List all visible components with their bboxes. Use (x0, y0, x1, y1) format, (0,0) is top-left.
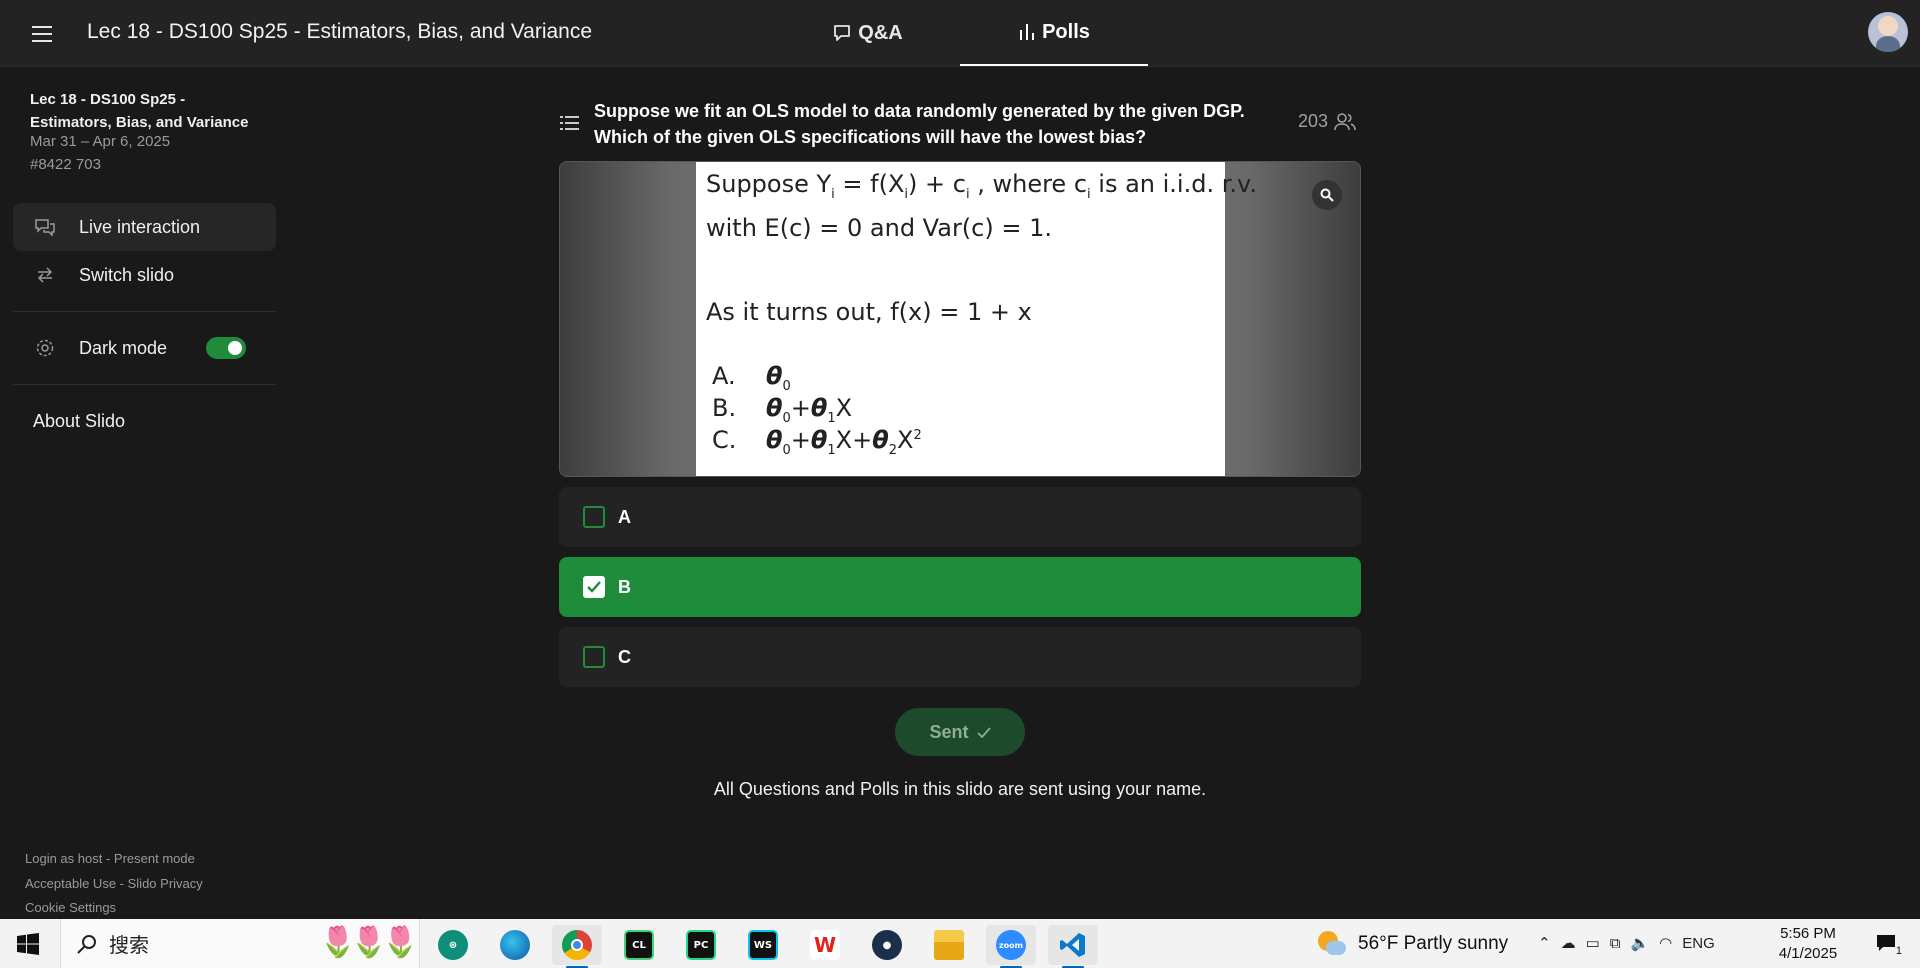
sidebar-item-label: Switch slido (79, 264, 175, 285)
participant-count: 203 (1298, 111, 1356, 132)
weather-text: 56°F Partly sunny (1358, 933, 1509, 954)
zoom-image-button[interactable] (1312, 180, 1342, 210)
vscode-icon[interactable] (1048, 925, 1098, 968)
partly-sunny-icon (1316, 931, 1346, 957)
checkbox[interactable] (583, 506, 605, 528)
sidebar-item-label: Dark mode (79, 337, 168, 358)
poll-option-c[interactable]: C (559, 627, 1361, 687)
event-title: Lec 18 - DS100 Sp25 - Estimators, Bias, … (87, 20, 593, 43)
footer-links-row-1: Login as host - Present mode (25, 851, 195, 866)
bar-chart-icon (1020, 24, 1035, 40)
sent-label: Sent (929, 721, 969, 742)
search-icon (77, 934, 96, 954)
chrome-icon[interactable] (552, 925, 602, 968)
slide-option-b: B. θ0+θ1X (712, 394, 853, 426)
list-icon (560, 116, 579, 130)
battery-icon[interactable]: ▭ (1586, 934, 1600, 952)
separator: - (116, 876, 128, 891)
notification-icon[interactable]: 1 (1874, 931, 1902, 957)
language-indicator[interactable]: ENG (1682, 935, 1715, 952)
clock[interactable]: 5:56 PM 4/1/2025 (1768, 924, 1848, 964)
login-as-host-link[interactable]: Login as host (25, 851, 102, 866)
divider (13, 311, 276, 312)
taskbar: 搜索 🌷🌷🌷 ⊛ CL PC WS W ● zoom 56°F Partly s… (0, 919, 1920, 968)
event-code: #8422 703 (30, 156, 101, 173)
slido-privacy-link[interactable]: Slido Privacy (128, 876, 203, 891)
tab-qa[interactable]: Q&A (800, 0, 935, 66)
chat-bubble-icon (834, 25, 851, 41)
slide-content: Suppose Yi = f(Xi) + ci , where ci is an… (696, 162, 1257, 476)
separator: - (102, 851, 114, 866)
weather-widget[interactable]: 56°F Partly sunny (1316, 931, 1508, 957)
time: 5:56 PM (1780, 925, 1836, 942)
divider (13, 384, 276, 385)
clion-icon[interactable]: CL (614, 925, 664, 965)
participant-count-value: 203 (1298, 111, 1329, 131)
magnifier-icon (1320, 188, 1334, 202)
cloud-icon[interactable]: ☁ (1561, 934, 1576, 952)
system-tray: ⌃ ☁ ▭ ⧉ 🔈 ◠ ENG (1538, 934, 1715, 953)
sidebar-item-dark-mode[interactable]: Dark mode (13, 324, 276, 372)
sidebar-item-label: Live interaction (79, 216, 201, 237)
people-icon (1334, 112, 1356, 130)
slide-option-c: C. θ0+θ1X+θ2X2 (712, 426, 922, 458)
poll-question: Suppose we fit an OLS model to data rand… (594, 101, 1245, 147)
tab-qa-label: Q&A (858, 21, 903, 44)
present-mode-link[interactable]: Present mode (114, 851, 195, 866)
privacy-notice: All Questions and Polls in this slido ar… (713, 779, 1207, 799)
taskbar-search[interactable]: 搜索 🌷🌷🌷 (60, 919, 420, 968)
pycharm-icon[interactable]: PC (676, 925, 726, 965)
tulips-icon: 🌷🌷🌷 (318, 926, 419, 959)
edge-icon[interactable] (490, 925, 540, 965)
dark-mode-toggle[interactable] (206, 337, 246, 359)
volume-icon[interactable]: 🔈 (1630, 934, 1649, 952)
sidebar: Lec 18 - DS100 Sp25 - Estimators, Bias, … (0, 67, 290, 919)
question-image[interactable]: Suppose Yi = f(Xi) + ci , where ci is an… (559, 161, 1361, 477)
sent-button[interactable]: Sent (895, 708, 1025, 756)
slide-line-1: Suppose Yi = f(Xi) + ci , where ci is an… (706, 170, 1257, 202)
mindmap-app-icon[interactable]: ⊛ (428, 925, 478, 965)
file-explorer-icon[interactable] (924, 925, 974, 965)
poll-option-label: A (618, 506, 631, 527)
cookie-settings-link[interactable]: Cookie Settings (25, 900, 116, 915)
poll-option-a[interactable]: A (559, 487, 1361, 547)
acceptable-use-link[interactable]: Acceptable Use (25, 876, 116, 891)
webstorm-icon[interactable]: WS (738, 925, 788, 965)
poll-option-b[interactable]: B (559, 557, 1361, 617)
sidebar-event-title: Lec 18 - DS100 Sp25 - Estimators, Bias, … (30, 91, 249, 131)
checkmark-icon (587, 581, 601, 593)
checkbox-checked[interactable] (583, 576, 605, 598)
slide-option-a: A. θ0 (712, 362, 791, 394)
notification-count: 1 (1895, 945, 1902, 957)
event-dates: Mar 31 – Apr 6, 2025 (30, 133, 171, 150)
about-slido-link[interactable]: About Slido (33, 411, 125, 432)
tab-polls-label: Polls (1042, 20, 1090, 43)
top-bar: Lec 18 - DS100 Sp25 - Estimators, Bias, … (0, 0, 1920, 67)
slide-line-3: As it turns out, f(x) = 1 + x (706, 298, 1032, 326)
gear-icon (33, 338, 57, 358)
windows-start-icon[interactable] (17, 933, 39, 955)
footer-links-row-2: Acceptable Use - Slido Privacy (25, 876, 203, 891)
tab-polls[interactable]: Polls (960, 0, 1148, 66)
steam-icon[interactable]: ● (862, 925, 912, 965)
date: 4/1/2025 (1778, 945, 1838, 962)
wifi-icon[interactable]: ◠ (1659, 934, 1672, 952)
search-placeholder: 搜索 (109, 935, 149, 957)
sidebar-item-live-interaction[interactable]: Live interaction (13, 203, 276, 251)
checkmark-icon (976, 726, 991, 738)
swap-arrows-icon (33, 267, 57, 283)
avatar[interactable] (1868, 12, 1908, 52)
chevron-up-icon[interactable]: ⌃ (1538, 934, 1551, 952)
poll-option-label: B (618, 576, 631, 597)
menu-icon[interactable] (30, 22, 56, 44)
chat-bubbles-icon (33, 218, 57, 236)
device-icon[interactable]: ⧉ (1610, 935, 1621, 952)
slide-line-2: with E(c) = 0 and Var(c) = 1. (706, 214, 1052, 242)
zoom-icon[interactable]: zoom (986, 925, 1036, 968)
poll-option-label: C (618, 646, 631, 667)
wps-icon[interactable]: W (800, 925, 850, 965)
sidebar-item-switch-slido[interactable]: Switch slido (13, 251, 276, 299)
checkbox[interactable] (583, 646, 605, 668)
